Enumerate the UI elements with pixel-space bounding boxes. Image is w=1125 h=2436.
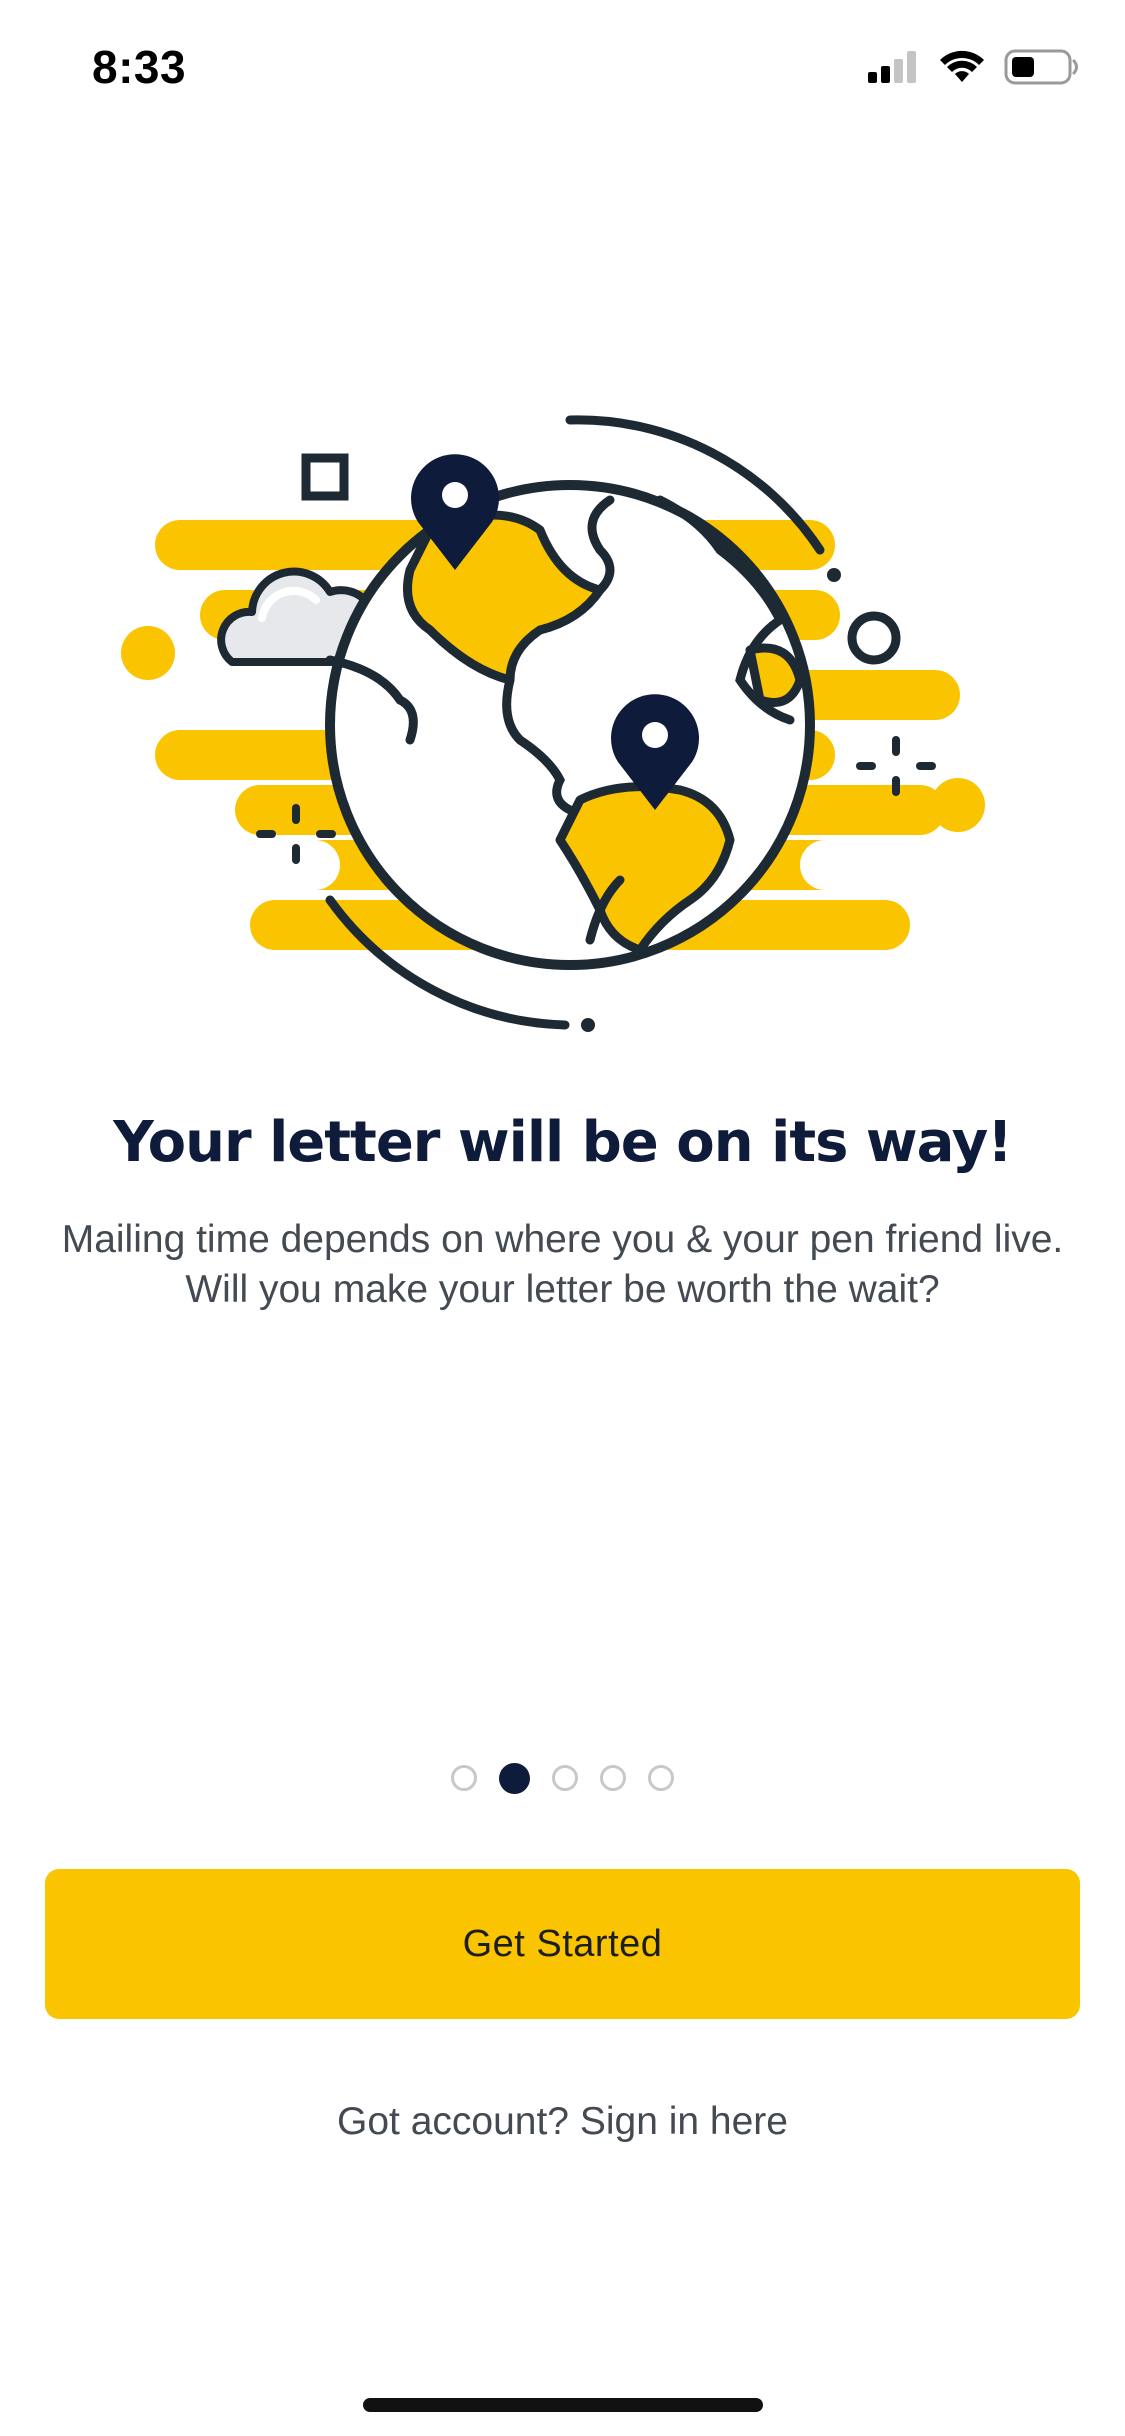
- globe-illustration: [120, 415, 1000, 1032]
- onboarding-title: Your letter will be on its way!: [113, 1110, 1013, 1175]
- cellular-signal-icon: [868, 51, 916, 83]
- globe-icon: [325, 480, 815, 970]
- sparkle-right: [856, 736, 936, 796]
- page-dot-1[interactable]: [451, 1765, 477, 1791]
- status-time: 8:33: [92, 41, 187, 93]
- status-bar: 8:33: [0, 0, 1125, 140]
- page-dot-5[interactable]: [648, 1765, 674, 1791]
- battery-icon: [1004, 49, 1078, 85]
- page-indicator: [0, 1763, 1125, 1794]
- page-dot-3[interactable]: [552, 1765, 578, 1791]
- ring-decoration: [847, 611, 901, 665]
- sign-in-link[interactable]: Got account? Sign in here: [0, 2100, 1125, 2144]
- get-started-button[interactable]: Get Started: [45, 1869, 1080, 2019]
- page-dot-2-active[interactable]: [499, 1763, 530, 1794]
- square-decoration: [301, 453, 349, 501]
- status-icons: [866, 48, 1080, 86]
- page-dot-4[interactable]: [600, 1765, 626, 1791]
- onboarding-subtitle: Mailing time depends on where you & your…: [61, 1218, 1064, 1311]
- wifi-icon: [940, 50, 984, 82]
- home-indicator[interactable]: [363, 2398, 763, 2412]
